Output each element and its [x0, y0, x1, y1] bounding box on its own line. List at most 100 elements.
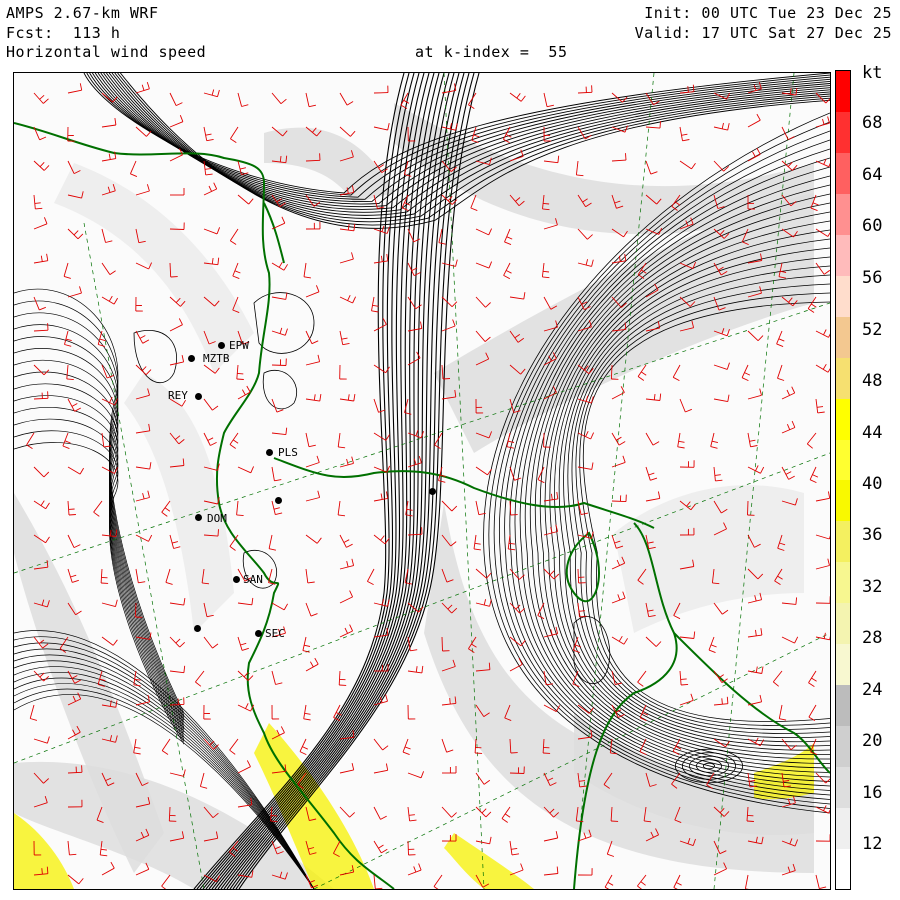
barb-flag	[811, 303, 817, 308]
barb-flag	[299, 751, 307, 756]
barb-flag	[181, 355, 185, 362]
barb-shaft	[268, 534, 273, 549]
barb-flag	[46, 736, 50, 744]
barb-shaft	[577, 262, 592, 267]
barb-flag	[39, 161, 45, 168]
barb-shaft	[135, 262, 149, 270]
barb-shaft	[441, 636, 443, 652]
barb-shaft	[271, 432, 286, 436]
barb-flag	[242, 389, 246, 396]
barb-shaft	[339, 92, 348, 106]
wind-barb	[577, 462, 594, 470]
barb-shaft	[679, 398, 686, 413]
barb-flag	[659, 121, 661, 129]
barb-flag	[676, 882, 682, 886]
barb-shaft	[203, 188, 217, 196]
wind-barb	[781, 597, 798, 605]
barb-flag	[489, 836, 492, 844]
barb-flag	[685, 408, 692, 413]
barb-shaft	[26, 432, 35, 446]
wind-barb	[543, 491, 559, 502]
barb-shaft	[101, 158, 116, 162]
wind-barb	[407, 771, 425, 779]
barb-flag	[164, 507, 171, 512]
wind-barb	[169, 92, 183, 107]
wind-barb	[67, 83, 83, 94]
wind-barb	[504, 228, 513, 246]
wind-barb	[577, 431, 595, 440]
barb-flag	[382, 745, 389, 751]
wind-barb	[203, 126, 214, 142]
wind-barb	[195, 670, 205, 687]
barb-shaft	[373, 738, 383, 751]
wind-barb	[101, 599, 118, 608]
barb-flag	[64, 344, 72, 347]
barb-flag	[304, 712, 311, 715]
wind-barb	[679, 126, 690, 142]
barb-flag	[827, 491, 830, 499]
barb-shaft	[129, 160, 137, 174]
barb-flag	[485, 811, 492, 818]
station-marker	[266, 449, 273, 456]
wind-barb	[577, 259, 594, 267]
barb-shaft	[781, 126, 789, 140]
barb-flag	[617, 594, 621, 601]
barb-flag	[100, 848, 107, 851]
wind-barb	[339, 456, 354, 468]
colorbar-segment	[836, 602, 850, 645]
colorbar-tick-label: 64	[862, 165, 883, 185]
station-marker	[188, 355, 195, 362]
barb-flag	[46, 866, 49, 874]
barb-shaft	[543, 633, 558, 638]
station-label: DOM	[207, 512, 227, 525]
coastline-path	[273, 457, 655, 529]
barb-flag	[585, 259, 589, 266]
barb-flag	[811, 677, 817, 682]
barb-shaft	[509, 296, 524, 300]
barb-shaft	[229, 738, 239, 751]
barb-flag	[677, 446, 685, 449]
barb-flag	[708, 649, 716, 654]
barb-flag	[78, 878, 84, 885]
barb-shaft	[778, 704, 783, 719]
barb-shaft	[747, 634, 762, 638]
barb-shaft	[101, 296, 115, 305]
barb-flag	[149, 462, 152, 470]
wind-barb	[776, 330, 785, 348]
colorbar-tick-label: 24	[862, 680, 883, 700]
barb-flag	[722, 609, 729, 615]
wind-barb	[809, 466, 819, 484]
barb-shaft	[747, 599, 762, 604]
wind-barb	[229, 738, 239, 755]
barb-shaft	[237, 160, 242, 175]
wind-barb	[713, 602, 729, 615]
barb-flag	[304, 644, 311, 647]
colorbar-segment	[836, 275, 850, 317]
barb-flag	[652, 441, 660, 446]
barb-flag	[415, 304, 422, 310]
barb-flag	[42, 98, 49, 104]
barb-shaft	[747, 670, 762, 674]
barb-flag	[161, 511, 168, 517]
barb-shaft	[271, 92, 282, 104]
wind-barb	[475, 836, 492, 845]
wind-barb	[507, 534, 516, 551]
wind-barb	[373, 364, 390, 374]
wind-barb	[639, 704, 649, 722]
barb-flag	[303, 718, 311, 721]
barb-flag	[114, 118, 117, 126]
barb-flag	[171, 541, 179, 544]
barb-shaft	[135, 568, 139, 583]
barb-flag	[207, 437, 214, 441]
barb-flag	[280, 726, 285, 733]
wind-barb	[371, 296, 379, 313]
wind-barb	[271, 292, 288, 300]
barb-shaft	[135, 868, 149, 876]
barb-shaft	[815, 398, 819, 413]
barb-shaft	[815, 160, 829, 168]
wind-barb	[302, 636, 311, 653]
barb-flag	[230, 138, 237, 143]
wind-barb	[229, 228, 239, 245]
barb-flag	[73, 544, 81, 549]
wind-barb	[778, 704, 787, 721]
